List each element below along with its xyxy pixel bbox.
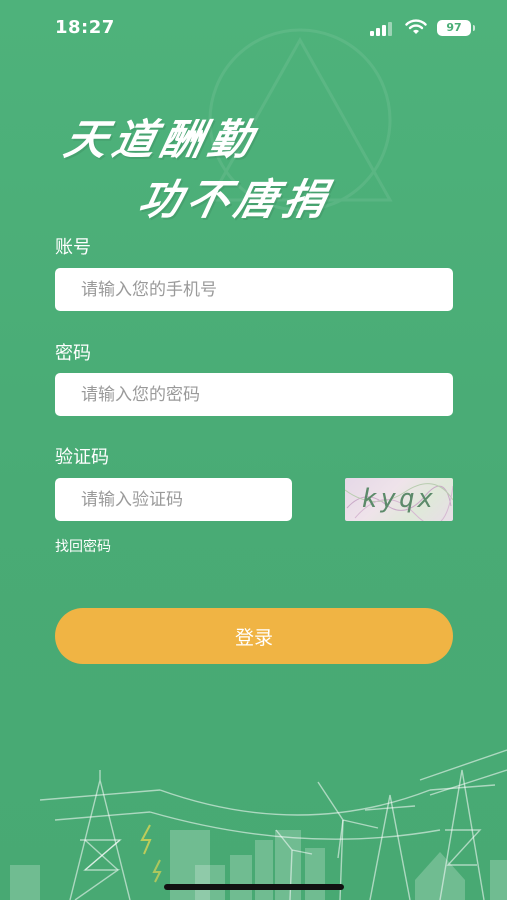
password-input[interactable] [55,373,453,416]
password-label: 密码 [55,343,91,364]
login-screen: 18:27 97 天道酬勤 功不唐捐 账号 密码 验证码 kyqx [0,0,507,900]
login-button[interactable]: 登录 [55,608,453,664]
status-time: 18:27 [55,17,115,38]
forgot-password-link[interactable]: 找回密码 [55,536,111,556]
home-indicator[interactable] [164,884,344,890]
battery-icon: 97 [437,20,471,36]
power-grid-illustration [10,749,507,900]
account-label: 账号 [55,237,91,258]
slogan-line-2: 功不唐捐 [134,175,337,224]
status-bar: 18:27 97 [0,0,507,56]
account-input[interactable] [55,268,453,311]
wifi-icon [405,19,427,34]
slogan-line-1: 天道酬勤 [60,115,263,164]
captcha-label: 验证码 [55,447,109,468]
captcha-code: kyqx [361,484,437,514]
cellular-signal-icon [370,22,392,36]
battery-tip [473,25,475,31]
battery-level: 97 [446,21,462,34]
captcha-image[interactable]: kyqx [345,478,453,521]
captcha-input[interactable] [55,478,292,521]
